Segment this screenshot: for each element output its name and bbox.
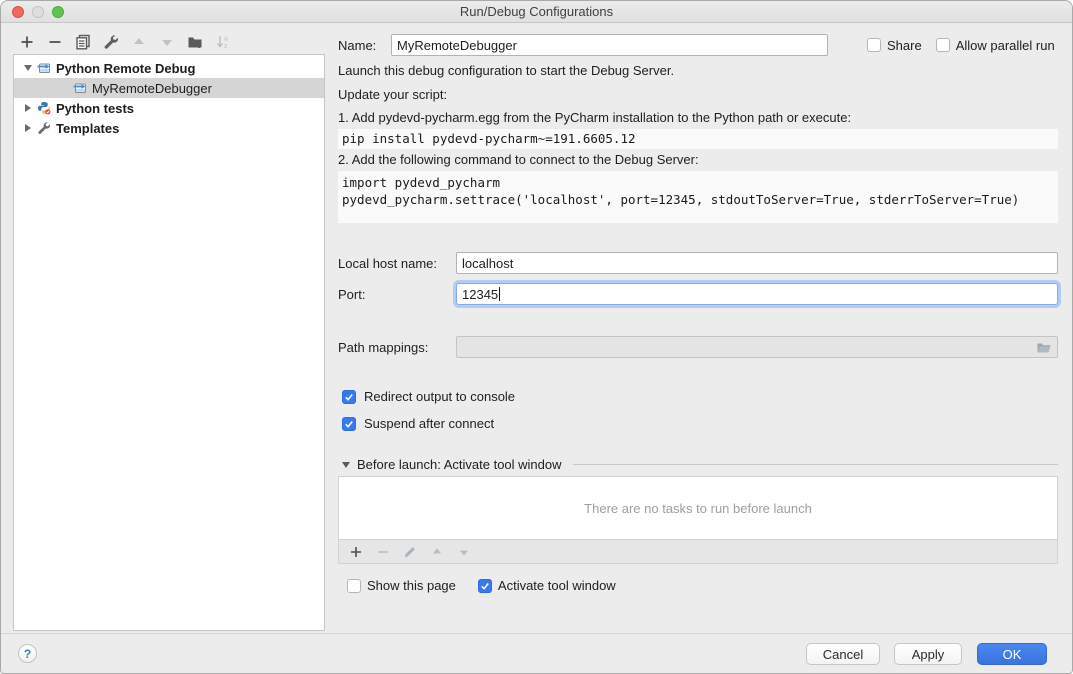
move-task-up-icon[interactable]: [429, 544, 445, 560]
show-this-page-checkbox[interactable]: Show this page: [347, 578, 456, 593]
configuration-editor: Name: Share Allow parallel run Launch th…: [338, 23, 1058, 633]
code-line: pydevd_pycharm.settrace('localhost', por…: [342, 191, 1054, 208]
remove-task-icon[interactable]: [375, 544, 391, 560]
page-options-row: Show this page Activate tool window: [347, 578, 616, 593]
suspend-after-connect-label: Suspend after connect: [364, 416, 494, 431]
checkbox-checked-icon[interactable]: [342, 390, 356, 404]
move-up-icon[interactable]: [131, 34, 147, 50]
configurations-tree: Python Remote Debug MyRemoteDebugger Pyt…: [13, 54, 325, 631]
help-button[interactable]: ?: [18, 644, 37, 663]
name-input[interactable]: [391, 34, 828, 56]
allow-parallel-run-label: Allow parallel run: [956, 38, 1055, 53]
show-this-page-label: Show this page: [367, 578, 456, 593]
instruction-step2: 2. Add the following command to connect …: [338, 149, 1058, 171]
port-label: Port:: [338, 287, 456, 302]
window-controls: [12, 6, 64, 18]
tree-item-myremotedebugger[interactable]: MyRemoteDebugger: [14, 78, 324, 98]
checkbox-checked-icon[interactable]: [478, 579, 492, 593]
redirect-output-label: Redirect output to console: [364, 389, 515, 404]
chevron-down-icon[interactable]: [342, 462, 350, 468]
svg-text:z: z: [224, 43, 228, 50]
redirect-output-checkbox[interactable]: Redirect output to console: [342, 389, 515, 404]
chevron-down-icon[interactable]: [20, 65, 36, 71]
wrench-icon: [36, 121, 52, 135]
before-launch-label: Before launch: Activate tool window: [357, 457, 562, 472]
edit-task-pencil-icon[interactable]: [402, 544, 418, 560]
cancel-button[interactable]: Cancel: [806, 643, 880, 665]
name-label: Name:: [338, 38, 391, 53]
move-task-down-icon[interactable]: [456, 544, 472, 560]
path-mappings-label: Path mappings:: [338, 340, 456, 355]
titlebar: Run/Debug Configurations: [1, 1, 1072, 23]
tree-item-label: Python Remote Debug: [56, 61, 195, 76]
add-icon[interactable]: [19, 34, 35, 50]
name-row: Name: Share Allow parallel run: [338, 34, 1058, 56]
divider: [573, 464, 1058, 465]
sort-alphabetically-icon[interactable]: az: [215, 34, 231, 50]
add-task-icon[interactable]: [348, 544, 364, 560]
python-tests-icon: [36, 101, 52, 115]
local-host-input[interactable]: [456, 252, 1058, 274]
apply-button[interactable]: Apply: [894, 643, 962, 665]
empty-tasks-message: There are no tasks to run before launch: [584, 501, 812, 516]
tree-item-templates[interactable]: Templates: [14, 118, 324, 138]
configurations-toolbar: az: [19, 32, 231, 52]
suspend-after-connect-checkbox[interactable]: Suspend after connect: [342, 416, 494, 431]
allow-parallel-run-checkbox[interactable]: Allow parallel run: [936, 38, 1055, 53]
instructions-pane: Launch this debug configuration to start…: [338, 59, 1058, 223]
share-checkbox[interactable]: Share: [867, 38, 922, 53]
port-value: 12345: [462, 287, 498, 302]
minimize-window-icon[interactable]: [32, 6, 44, 18]
checkbox-unchecked-icon[interactable]: [936, 38, 950, 52]
checkbox-unchecked-icon[interactable]: [867, 38, 881, 52]
remote-debug-icon: [72, 81, 88, 95]
tree-item-python-tests[interactable]: Python tests: [14, 98, 324, 118]
tree-item-label: Templates: [56, 121, 119, 136]
tree-item-python-remote-debug[interactable]: Python Remote Debug: [14, 58, 324, 78]
ok-button[interactable]: OK: [977, 643, 1047, 665]
tasks-toolbar: [338, 540, 1058, 564]
svg-text:a: a: [224, 36, 228, 43]
close-window-icon[interactable]: [12, 6, 24, 18]
pip-install-code-snippet: pip install pydevd-pycharm~=191.6605.12: [338, 129, 1058, 149]
chevron-right-icon[interactable]: [20, 104, 36, 112]
port-row: Port: 12345: [338, 283, 1058, 305]
remote-debug-icon: [36, 61, 52, 75]
activate-tool-window-label: Activate tool window: [498, 578, 616, 593]
window-title: Run/Debug Configurations: [460, 4, 613, 19]
instruction-line: Launch this debug configuration to start…: [338, 59, 1058, 83]
move-down-icon[interactable]: [159, 34, 175, 50]
settrace-code-snippet: import pydevd_pycharm pydevd_pycharm.set…: [338, 171, 1058, 223]
checkbox-checked-icon[interactable]: [342, 417, 356, 431]
local-host-row: Local host name:: [338, 252, 1058, 274]
port-input[interactable]: 12345: [456, 283, 1058, 305]
browse-folder-icon[interactable]: [1036, 340, 1052, 354]
zoom-window-icon[interactable]: [52, 6, 64, 18]
remove-icon[interactable]: [47, 34, 63, 50]
local-host-label: Local host name:: [338, 256, 456, 271]
run-debug-configurations-dialog: Run/Debug Configurations az: [0, 0, 1073, 674]
dialog-footer: ? Cancel Apply OK: [1, 633, 1072, 674]
code-line: import pydevd_pycharm: [342, 174, 1054, 191]
copy-icon[interactable]: [75, 34, 91, 50]
text-caret: [499, 287, 500, 301]
instruction-step1: 1. Add pydevd-pycharm.egg from the PyCha…: [338, 107, 1058, 129]
tree-item-label: Python tests: [56, 101, 134, 116]
help-question-icon: ?: [24, 647, 31, 661]
edit-templates-wrench-icon[interactable]: [103, 34, 119, 50]
path-mappings-row: Path mappings:: [338, 336, 1058, 358]
path-mappings-input[interactable]: [456, 336, 1058, 358]
share-label: Share: [887, 38, 922, 53]
before-launch-header[interactable]: Before launch: Activate tool window: [342, 457, 1058, 472]
instruction-line: Update your script:: [338, 83, 1058, 107]
tree-item-label: MyRemoteDebugger: [92, 81, 212, 96]
activate-tool-window-checkbox[interactable]: Activate tool window: [478, 578, 616, 593]
new-folder-icon[interactable]: [187, 34, 203, 50]
before-launch-tasks-list[interactable]: There are no tasks to run before launch: [338, 476, 1058, 540]
chevron-right-icon[interactable]: [20, 124, 36, 132]
checkbox-unchecked-icon[interactable]: [347, 579, 361, 593]
